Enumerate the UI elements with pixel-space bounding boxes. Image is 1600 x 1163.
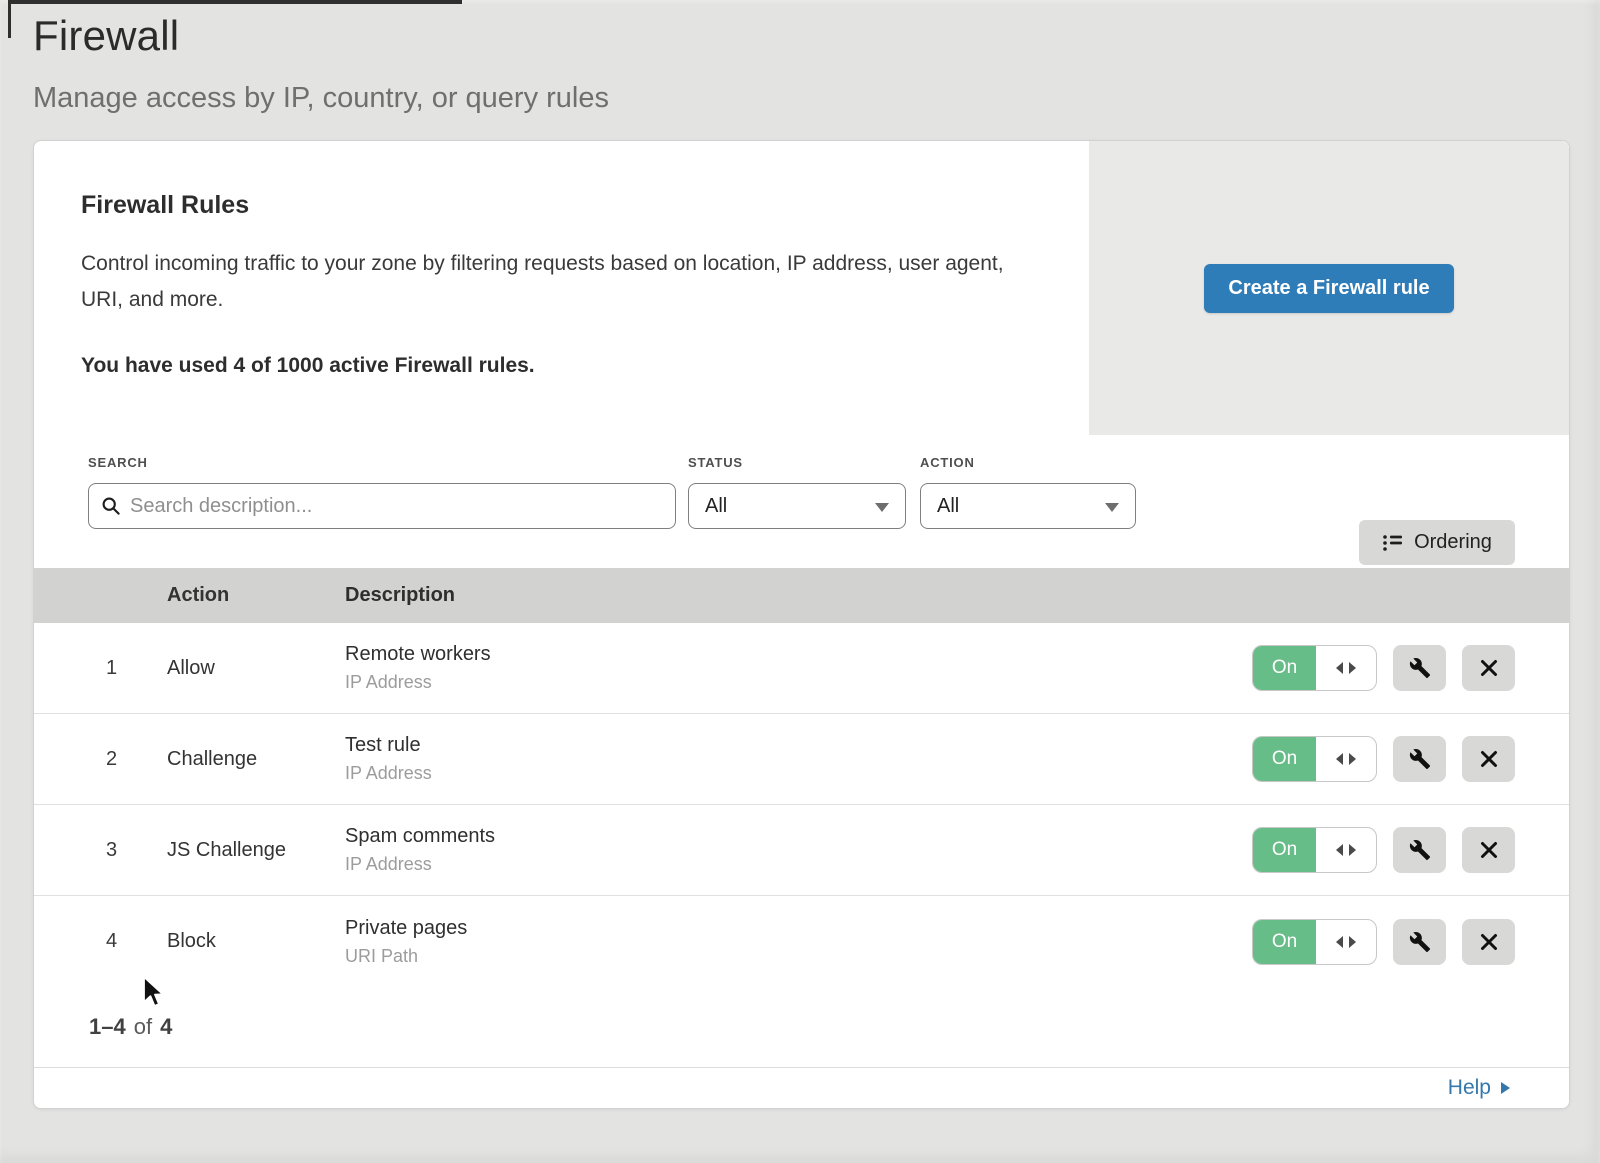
table-row: 4 Block Private pages URI Path On (34, 896, 1569, 987)
search-input[interactable] (130, 495, 663, 518)
rule-enabled-toggle[interactable]: On (1252, 645, 1377, 691)
pagination-total: 4 (160, 1014, 172, 1040)
toggle-on-label: On (1253, 828, 1316, 872)
page-subtitle: Manage access by IP, country, or query r… (33, 82, 1600, 115)
rule-match-type: IP Address (345, 763, 1252, 784)
rule-description-cell: Private pages URI Path (345, 917, 1252, 967)
rule-controls: On (1252, 827, 1569, 873)
table-row: 1 Allow Remote workers IP Address On (34, 623, 1569, 714)
filter-bar: SEARCH STATUS All ACTION All (34, 435, 1569, 568)
screen-edge-artifact (8, 0, 11, 38)
action-selected-value: All (937, 495, 959, 518)
toggle-on-label: On (1253, 646, 1316, 690)
rule-action: Allow (167, 657, 345, 680)
rule-priority: 2 (34, 748, 167, 771)
rule-enabled-toggle[interactable]: On (1252, 919, 1377, 965)
description-column-header: Description (345, 584, 1569, 607)
rule-enabled-toggle[interactable]: On (1252, 827, 1377, 873)
page-background: Firewall Manage access by IP, country, o… (0, 0, 1600, 1163)
toggle-arrows-icon (1316, 920, 1376, 964)
wrench-icon (1409, 748, 1431, 770)
edit-rule-button[interactable] (1393, 827, 1446, 873)
create-rule-panel: Create a Firewall rule (1089, 141, 1569, 435)
delete-rule-button[interactable] (1462, 736, 1515, 782)
rule-priority: 1 (34, 657, 167, 680)
rule-action: Challenge (167, 748, 345, 771)
rule-match-type: IP Address (345, 672, 1252, 693)
ordered-list-icon (1382, 533, 1404, 553)
delete-rule-button[interactable] (1462, 645, 1515, 691)
help-link-label: Help (1448, 1076, 1491, 1100)
ordering-button[interactable]: Ordering (1359, 520, 1515, 565)
arrow-right-icon (1500, 1081, 1511, 1095)
status-selected-value: All (705, 495, 727, 518)
toggle-arrows-icon (1316, 737, 1376, 781)
rule-description: Remote workers (345, 643, 1252, 666)
rule-priority: 4 (34, 930, 167, 953)
rule-controls: On (1252, 736, 1569, 782)
toggle-on-label: On (1253, 737, 1316, 781)
close-icon (1479, 749, 1499, 769)
pagination-bar: 1–4 of 4 (34, 987, 1569, 1068)
table-row: 3 JS Challenge Spam comments IP Address … (34, 805, 1569, 896)
close-icon (1479, 658, 1499, 678)
status-select[interactable]: All (688, 483, 906, 529)
delete-rule-button[interactable] (1462, 919, 1515, 965)
rule-description-cell: Spam comments IP Address (345, 825, 1252, 875)
screen-edge-artifact (8, 0, 462, 4)
rule-controls: On (1252, 919, 1569, 965)
edit-rule-button[interactable] (1393, 645, 1446, 691)
rule-action: JS Challenge (167, 839, 345, 862)
chevron-down-icon (1105, 503, 1119, 512)
status-group: STATUS All (688, 455, 906, 568)
delete-rule-button[interactable] (1462, 827, 1515, 873)
usage-summary: You have used 4 of 1000 active Firewall … (81, 354, 1049, 378)
rule-description-cell: Test rule IP Address (345, 734, 1252, 784)
card-footer: Help (34, 1068, 1569, 1108)
close-icon (1479, 932, 1499, 952)
table-header: Action Description (34, 568, 1569, 623)
create-firewall-rule-button[interactable]: Create a Firewall rule (1204, 264, 1453, 313)
chevron-down-icon (875, 503, 889, 512)
card-description: Control incoming traffic to your zone by… (81, 246, 1031, 318)
close-icon (1479, 840, 1499, 860)
wrench-icon (1409, 839, 1431, 861)
wrench-icon (1409, 657, 1431, 679)
table-row: 2 Challenge Test rule IP Address On (34, 714, 1569, 805)
rule-match-type: IP Address (345, 854, 1252, 875)
edit-rule-button[interactable] (1393, 736, 1446, 782)
search-label: SEARCH (88, 455, 676, 470)
action-group: ACTION All (920, 455, 1136, 568)
rule-match-type: URI Path (345, 946, 1252, 967)
rule-description-cell: Remote workers IP Address (345, 643, 1252, 693)
pagination-of: of (134, 1014, 152, 1040)
card-heading: Firewall Rules (81, 191, 1049, 220)
toggle-arrows-icon (1316, 646, 1376, 690)
action-column-header: Action (167, 584, 345, 607)
rule-priority: 3 (34, 839, 167, 862)
search-box[interactable] (88, 483, 676, 529)
rule-description: Private pages (345, 917, 1252, 940)
ordering-button-label: Ordering (1414, 531, 1492, 554)
toggle-on-label: On (1253, 920, 1316, 964)
help-link[interactable]: Help (1448, 1076, 1511, 1100)
rule-enabled-toggle[interactable]: On (1252, 736, 1377, 782)
pagination-range: 1–4 (89, 1014, 126, 1040)
rule-action: Block (167, 930, 345, 953)
rule-description: Spam comments (345, 825, 1252, 848)
action-select[interactable]: All (920, 483, 1136, 529)
edit-rule-button[interactable] (1393, 919, 1446, 965)
rule-controls: On (1252, 645, 1569, 691)
action-label: ACTION (920, 455, 1136, 470)
status-label: STATUS (688, 455, 906, 470)
wrench-icon (1409, 931, 1431, 953)
intro-section: Firewall Rules Control incoming traffic … (34, 141, 1569, 435)
intro-text-block: Firewall Rules Control incoming traffic … (34, 141, 1089, 435)
firewall-rules-card: Firewall Rules Control incoming traffic … (33, 140, 1570, 1109)
toggle-arrows-icon (1316, 828, 1376, 872)
rule-description: Test rule (345, 734, 1252, 757)
search-icon (101, 496, 121, 516)
search-group: SEARCH (88, 455, 676, 568)
page-title: Firewall (33, 12, 1600, 60)
